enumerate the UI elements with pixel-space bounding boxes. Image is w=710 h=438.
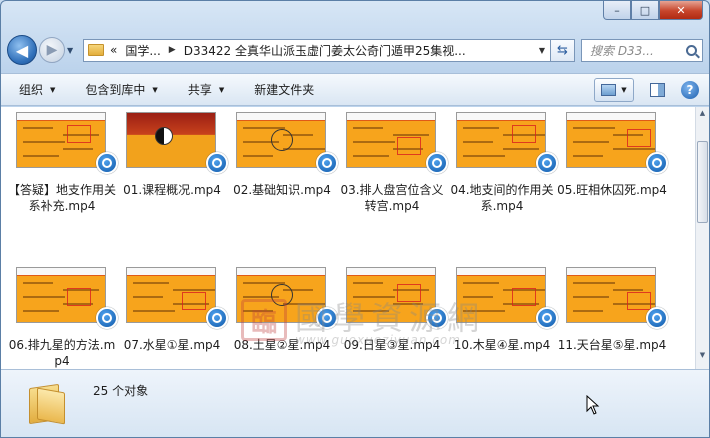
toolbar-right: ▼ ? <box>594 78 699 102</box>
include-in-library-button[interactable]: 包含到库中 ▼ <box>85 81 157 98</box>
file-name: 06.排九星的方法.mp4 <box>8 338 116 368</box>
video-thumbnail <box>126 112 216 168</box>
breadcrumb-item[interactable]: 国学... <box>125 42 160 59</box>
chevron-down-icon: ▼ <box>621 86 627 94</box>
minimize-button[interactable]: – <box>603 1 631 20</box>
media-player-icon <box>646 307 668 329</box>
video-thumbnail <box>566 112 656 168</box>
file-list: 【答疑】地支作用关系补充.mp4 01.课程概况.mp4 02.基础知识.mp4 03… <box>1 107 697 369</box>
back-arrow-icon[interactable]: ◀ <box>7 35 37 65</box>
include-in-library-label: 包含到库中 <box>85 83 146 97</box>
vertical-scrollbar[interactable]: ▲ ▼ <box>695 107 709 369</box>
chevron-down-icon: ▼ <box>152 85 158 94</box>
video-thumbnail <box>126 267 216 323</box>
help-icon[interactable]: ? <box>681 81 699 99</box>
breadcrumb-separator-icon[interactable]: ▶ <box>169 45 176 55</box>
folder-icon <box>88 44 104 56</box>
forward-arrow-icon[interactable]: ▶ <box>39 37 65 63</box>
organize-button[interactable]: 组织 ▼ <box>19 81 55 98</box>
video-thumbnail <box>236 112 326 168</box>
media-player-icon <box>646 152 668 174</box>
caption-buttons: – □ ✕ <box>603 1 703 20</box>
navigation-bar: ◀ ▶ ▼ « 国学... ▶ D33422 全真华山派玉虚门姜太公奇门遁甲25… <box>7 34 703 66</box>
search-input[interactable]: 搜索 D33... <box>581 38 703 62</box>
media-player-icon <box>96 152 118 174</box>
watermark-url: www.guoxueziyuan.com <box>295 333 461 347</box>
video-thumbnail <box>456 112 546 168</box>
share-button[interactable]: 共享 ▼ <box>188 81 224 98</box>
video-thumbnail <box>346 112 436 168</box>
file-name: 05.旺相休囚死.mp4 <box>557 183 667 197</box>
video-thumbnail <box>16 112 106 168</box>
change-view-button[interactable]: ▼ <box>594 78 634 102</box>
organize-label: 组织 <box>19 83 44 97</box>
watermark: 臨 國學資源網 www.guoxueziyuan.com <box>241 293 521 357</box>
file-name: 11.天台星⑤星.mp4 <box>557 338 667 352</box>
refresh-icon[interactable]: ⇆ <box>551 38 575 62</box>
media-player-icon <box>206 152 228 174</box>
scroll-down-icon[interactable]: ▼ <box>696 351 709 367</box>
watermark-seal: 臨 <box>241 299 287 341</box>
video-thumbnail <box>566 267 656 323</box>
item-count: 25 个对象 <box>93 384 149 398</box>
video-thumbnail <box>16 267 106 323</box>
scroll-up-icon[interactable]: ▲ <box>696 109 709 125</box>
close-button[interactable]: ✕ <box>659 1 703 20</box>
media-player-icon <box>426 152 448 174</box>
chevron-down-icon: ▼ <box>218 85 225 94</box>
details-pane: 25 个对象 <box>1 369 709 437</box>
explorer-window: – □ ✕ ◀ ▶ ▼ « 国学... ▶ D33422 全真华山派玉虚门姜太公… <box>0 0 710 438</box>
file-name: 01.课程概况.mp4 <box>123 183 221 197</box>
media-player-icon <box>206 307 228 329</box>
new-folder-button[interactable]: 新建文件夹 <box>254 81 314 98</box>
view-icon <box>601 84 617 96</box>
breadcrumb-item-current[interactable]: D33422 全真华山派玉虚门姜太公奇门遁甲25集视... <box>184 42 466 59</box>
file-name: 04.地支间的作用关系.mp4 <box>450 183 554 213</box>
address-dropdown-icon[interactable]: ▼ <box>534 46 550 55</box>
file-name: 07.水星①星.mp4 <box>123 338 221 352</box>
file-name: 02.基础知识.mp4 <box>233 183 331 197</box>
file-name: 03.排人盘宫位含义转宫.mp4 <box>340 183 444 213</box>
scrollbar-thumb[interactable] <box>697 141 708 223</box>
media-player-icon <box>536 307 558 329</box>
share-label: 共享 <box>187 83 212 97</box>
search-placeholder: 搜索 D33... <box>590 43 654 58</box>
media-player-icon <box>536 152 558 174</box>
search-icon[interactable] <box>686 44 697 56</box>
media-player-icon <box>316 152 338 174</box>
command-bar: 组织 ▼ 包含到库中 ▼ 共享 ▼ 新建文件夹 ▼ ? <box>1 73 709 106</box>
new-folder-label: 新建文件夹 <box>254 83 315 97</box>
breadcrumb-overflow[interactable]: « <box>110 43 117 57</box>
file-name: 【答疑】地支作用关系补充.mp4 <box>7 183 116 213</box>
chevron-down-icon: ▼ <box>50 85 56 94</box>
address-bar[interactable]: « 国学... ▶ D33422 全真华山派玉虚门姜太公奇门遁甲25集视... … <box>83 38 551 62</box>
media-player-icon <box>96 307 118 329</box>
recent-pages-dropdown[interactable]: ▼ <box>67 46 79 55</box>
maximize-button[interactable]: □ <box>631 1 659 20</box>
preview-pane-icon[interactable] <box>650 83 665 97</box>
folder-icon <box>29 382 67 425</box>
